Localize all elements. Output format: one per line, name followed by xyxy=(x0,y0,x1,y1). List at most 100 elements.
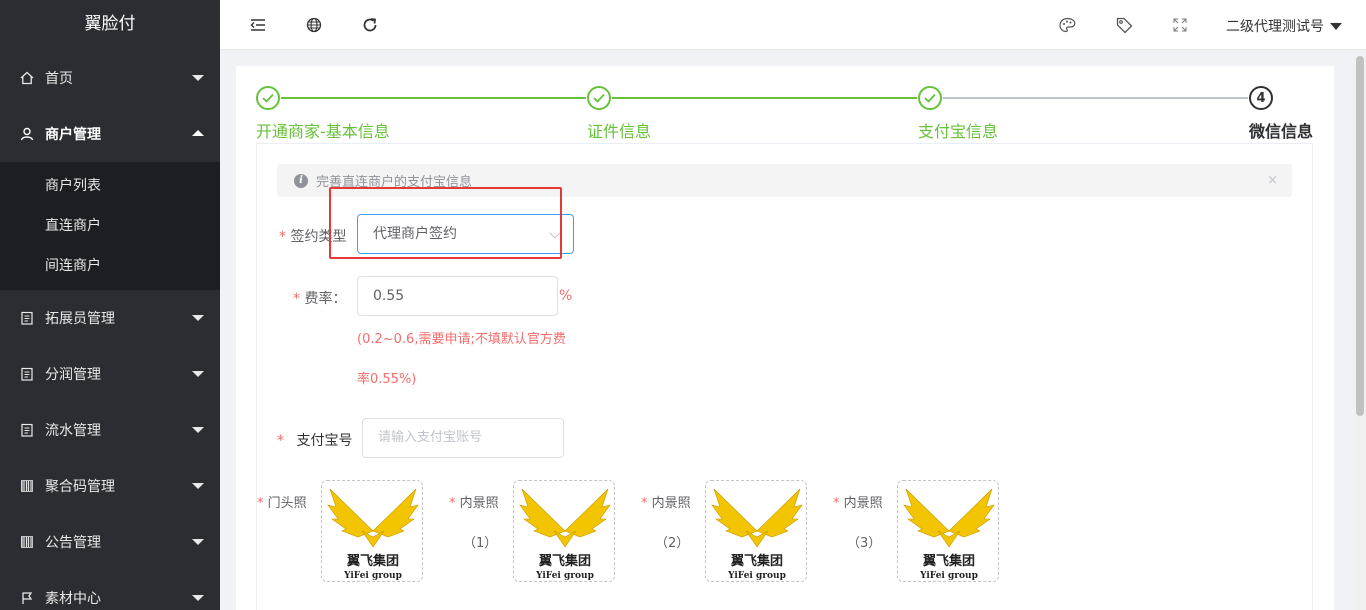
sidebar-item-merchant[interactable]: 商户管理 xyxy=(0,106,220,162)
sidebar-item-transactions[interactable]: 流水管理 xyxy=(0,402,220,458)
clipboard-icon xyxy=(20,423,34,437)
alert-text: 完善直连商户的支付宝信息 xyxy=(316,175,473,190)
qrcode-icon xyxy=(20,479,34,493)
sign-type-label-text: 签约类型 xyxy=(290,229,347,245)
sidebar-item-promoter[interactable]: 拓展员管理 xyxy=(0,290,220,346)
sidebar-subitem-indirect-merchant[interactable]: 间连商户 xyxy=(0,246,220,286)
step-connector xyxy=(281,97,586,99)
user-name: 二级代理测试号 xyxy=(1226,19,1324,35)
alipay-account-input[interactable]: 请输入支付宝账号 xyxy=(362,418,564,458)
palette-icon[interactable] xyxy=(1058,16,1076,34)
clipboard-icon xyxy=(20,367,34,381)
caret-down-icon xyxy=(192,483,204,489)
alipay-label-text: 支付宝号 xyxy=(296,433,353,449)
sidebar-item-aggregate-code[interactable]: 聚合码管理 xyxy=(0,458,220,514)
required-mark: * xyxy=(257,496,264,511)
sidebar-item-label: 流水管理 xyxy=(45,423,101,439)
page-scrollbar[interactable] xyxy=(1354,56,1366,610)
sidebar-item-label: 公告管理 xyxy=(45,535,101,551)
user-dropdown[interactable]: 二级代理测试号 xyxy=(1226,16,1342,36)
sidebar-subitem-merchant-list[interactable]: 商户列表 xyxy=(0,166,220,206)
rate-input[interactable]: 0.55 xyxy=(357,276,558,316)
chevron-down-icon xyxy=(549,227,561,239)
required-mark: * xyxy=(277,433,284,449)
interior-photo-2-label: * 内景照 xyxy=(641,492,691,511)
sidebar: 翼脸付 首页 商户管理 商户列表 直连商户 间连商户 拓展员管理 分润管理 流水… xyxy=(0,0,220,610)
caret-down-icon xyxy=(192,427,204,433)
sidebar-item-announcement[interactable]: 公告管理 xyxy=(0,514,220,570)
photo-label-text: 内景照 xyxy=(843,496,883,511)
sidebar-item-label: 素材中心 xyxy=(45,591,101,607)
step-1-title: 开通商家-基本信息 xyxy=(256,122,390,141)
step-3-title: 支付宝信息 xyxy=(918,122,999,141)
required-mark: * xyxy=(293,291,300,307)
rate-unit: % xyxy=(559,288,573,304)
info-icon: i xyxy=(294,173,308,188)
sidebar-item-label: 聚合码管理 xyxy=(45,479,115,495)
interior-photo-2-uploader[interactable]: 翼飞集团 YiFei group xyxy=(705,480,807,582)
sign-type-select[interactable]: 代理商户签约 xyxy=(357,214,574,254)
sidebar-item-home[interactable]: 首页 xyxy=(0,50,220,106)
step-1-check-icon xyxy=(256,86,280,110)
clipboard-icon xyxy=(20,311,34,325)
sidebar-item-label: 首页 xyxy=(45,71,73,87)
photo-label-text: 内景照 xyxy=(459,496,499,511)
alipay-label: * 支付宝号 xyxy=(277,430,352,450)
interior-photo-1-uploader[interactable]: 翼飞集团 YiFei group xyxy=(513,480,615,582)
photo-label-text: 门头照 xyxy=(267,496,307,511)
sign-type-value: 代理商户签约 xyxy=(373,226,457,242)
company-logo-image: 翼飞集团 YiFei group xyxy=(327,488,419,581)
storefront-photo-label: * 门头照 xyxy=(257,492,307,511)
caret-down-icon xyxy=(192,539,204,545)
sidebar-item-materials[interactable]: 素材中心 xyxy=(0,570,220,610)
menu-fold-icon[interactable] xyxy=(249,16,267,34)
svg-text:YiFei group: YiFei group xyxy=(919,571,978,581)
sidebar-subitem-direct-merchant[interactable]: 直连商户 xyxy=(0,206,220,246)
required-mark: * xyxy=(449,496,456,511)
svg-text:YiFei group: YiFei group xyxy=(727,571,786,581)
refresh-icon[interactable] xyxy=(361,16,379,34)
rate-hint-line2: 率0.55%) xyxy=(357,372,417,387)
company-logo-image: 翼飞集团 YiFei group xyxy=(711,488,803,581)
interior-photo-2-index: （2） xyxy=(655,536,690,551)
home-icon xyxy=(20,71,34,85)
step-4-number: 4 xyxy=(1249,86,1273,110)
company-logo-image: 翼飞集团 YiFei group xyxy=(519,488,611,581)
interior-photo-3-uploader[interactable]: 翼飞集团 YiFei group xyxy=(897,480,999,582)
fullscreen-icon[interactable] xyxy=(1171,16,1189,34)
globe-icon[interactable] xyxy=(305,16,323,34)
caret-down-icon xyxy=(192,75,204,81)
caret-up-icon xyxy=(192,130,204,136)
rate-hint-line1: (0.2~0.6,需要申请;不填默认官方费 xyxy=(357,332,566,347)
sidebar-item-label: 商户管理 xyxy=(45,127,101,143)
svg-text:翼飞集团: 翼飞集团 xyxy=(730,553,783,569)
interior-photo-1-label: * 内景照 xyxy=(449,492,499,511)
required-mark: * xyxy=(833,496,840,511)
svg-text:翼飞集团: 翼飞集团 xyxy=(922,553,975,569)
company-logo-image: 翼飞集团 YiFei group xyxy=(903,488,995,581)
storefront-photo-uploader[interactable]: 翼飞集团 YiFei group xyxy=(321,480,423,582)
scrollbar-thumb[interactable] xyxy=(1356,56,1364,416)
step-2-title: 证件信息 xyxy=(587,122,652,141)
step-connector xyxy=(943,97,1248,99)
rate-label: * 费率： xyxy=(293,288,346,308)
caret-down-icon xyxy=(192,315,204,321)
svg-text:翼飞集团: 翼飞集团 xyxy=(538,553,591,569)
step-3-check-icon xyxy=(918,86,942,110)
step-connector xyxy=(612,97,917,99)
qrcode-icon xyxy=(20,535,34,549)
step-4-title: 微信信息 xyxy=(1249,122,1314,141)
caret-down-icon xyxy=(192,371,204,377)
tag-icon[interactable] xyxy=(1115,16,1133,34)
sidebar-item-profit-share[interactable]: 分润管理 xyxy=(0,346,220,402)
interior-photo-3-label: * 内景照 xyxy=(833,492,883,511)
svg-text:YiFei group: YiFei group xyxy=(535,571,594,581)
interior-photo-3-index: （3） xyxy=(847,536,882,551)
sign-type-label: * 签约类型 xyxy=(279,226,346,246)
svg-text:YiFei group: YiFei group xyxy=(343,571,402,581)
svg-text:翼飞集团: 翼飞集团 xyxy=(346,553,399,569)
top-header: 二级代理测试号 xyxy=(220,0,1366,50)
close-icon[interactable]: × xyxy=(1267,173,1278,188)
submenu-merchant: 商户列表 直连商户 间连商户 xyxy=(0,162,220,290)
caret-down-icon xyxy=(1330,22,1342,30)
